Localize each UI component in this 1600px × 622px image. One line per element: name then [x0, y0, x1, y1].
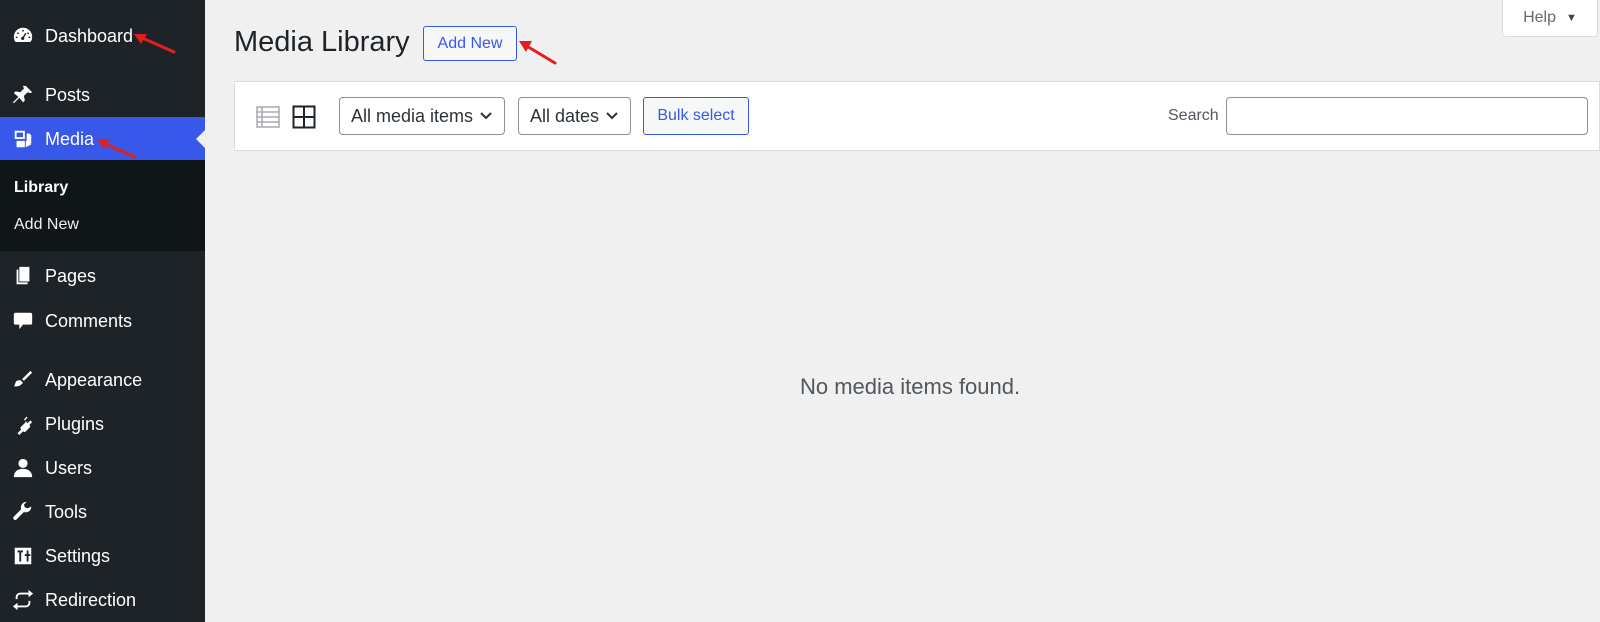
sidebar-item-label: Pages [45, 265, 97, 286]
search-label: Search [1168, 107, 1219, 124]
add-new-button[interactable]: Add New [423, 26, 517, 61]
sidebar-item-label: Settings [45, 545, 111, 566]
date-select[interactable]: All dates [518, 97, 631, 135]
page-title: Media Library [234, 26, 410, 58]
sidebar-item-plugins[interactable]: Plugins [0, 403, 205, 445]
redirect-icon [11, 588, 35, 612]
sidebar-item-users[interactable]: Users [0, 447, 205, 489]
sidebar-item-label: Dashboard [45, 25, 134, 46]
help-tab[interactable]: Help ▼ [1502, 0, 1598, 37]
list-view-icon[interactable] [255, 104, 281, 130]
admin-sidebar: Dashboard Posts Media Library Add New Pa… [0, 0, 205, 622]
date-value: All dates [530, 105, 600, 126]
bulk-select-button[interactable]: Bulk select [643, 97, 749, 135]
dashboard-icon [11, 24, 35, 48]
sidebar-item-label: Users [45, 457, 93, 478]
chevron-down-icon [480, 112, 492, 120]
caret-down-icon: ▼ [1566, 12, 1577, 24]
sidebar-item-posts[interactable]: Posts [0, 74, 205, 116]
sidebar-item-redirection[interactable]: Redirection [0, 579, 205, 621]
media-icon [11, 127, 35, 151]
sidebar-item-label: Tools [45, 501, 88, 522]
media-type-value: All media items [351, 105, 474, 126]
brush-icon [11, 368, 35, 392]
media-toolbar: All media items All dates Bulk select Se… [234, 81, 1600, 151]
chevron-down-icon [606, 112, 618, 120]
search-input[interactable] [1226, 97, 1588, 135]
sidebar-item-tools[interactable]: Tools [0, 491, 205, 533]
grid-view-icon[interactable] [291, 104, 317, 130]
sidebar-item-appearance[interactable]: Appearance [0, 359, 205, 401]
annotation-arrow-icon [134, 34, 176, 54]
empty-state-message: No media items found. [800, 374, 1021, 399]
annotation-arrow-icon [519, 41, 557, 65]
submenu-item-add-new[interactable]: Add New [14, 216, 79, 234]
media-submenu: Library Add New [0, 160, 205, 251]
wrench-icon [11, 500, 35, 524]
sidebar-item-label: Redirection [45, 589, 137, 610]
user-icon [11, 456, 35, 480]
sidebar-item-comments[interactable]: Comments [0, 300, 205, 342]
help-label: Help [1523, 9, 1556, 26]
sidebar-item-label: Comments [45, 310, 133, 331]
sidebar-item-label: Posts [45, 84, 91, 105]
comment-icon [11, 309, 35, 333]
plugin-icon [11, 412, 35, 436]
sidebar-item-settings[interactable]: Settings [0, 535, 205, 577]
media-type-select[interactable]: All media items [339, 97, 505, 135]
annotation-arrow-icon [97, 139, 137, 159]
sidebar-item-label: Media [45, 128, 95, 149]
pages-icon [11, 264, 35, 288]
submenu-item-library[interactable]: Library [14, 179, 68, 197]
sidebar-item-pages[interactable]: Pages [0, 255, 205, 297]
pin-icon [11, 83, 35, 107]
sidebar-item-label: Appearance [45, 369, 143, 390]
sidebar-item-label: Plugins [45, 413, 105, 434]
settings-icon [11, 544, 35, 568]
